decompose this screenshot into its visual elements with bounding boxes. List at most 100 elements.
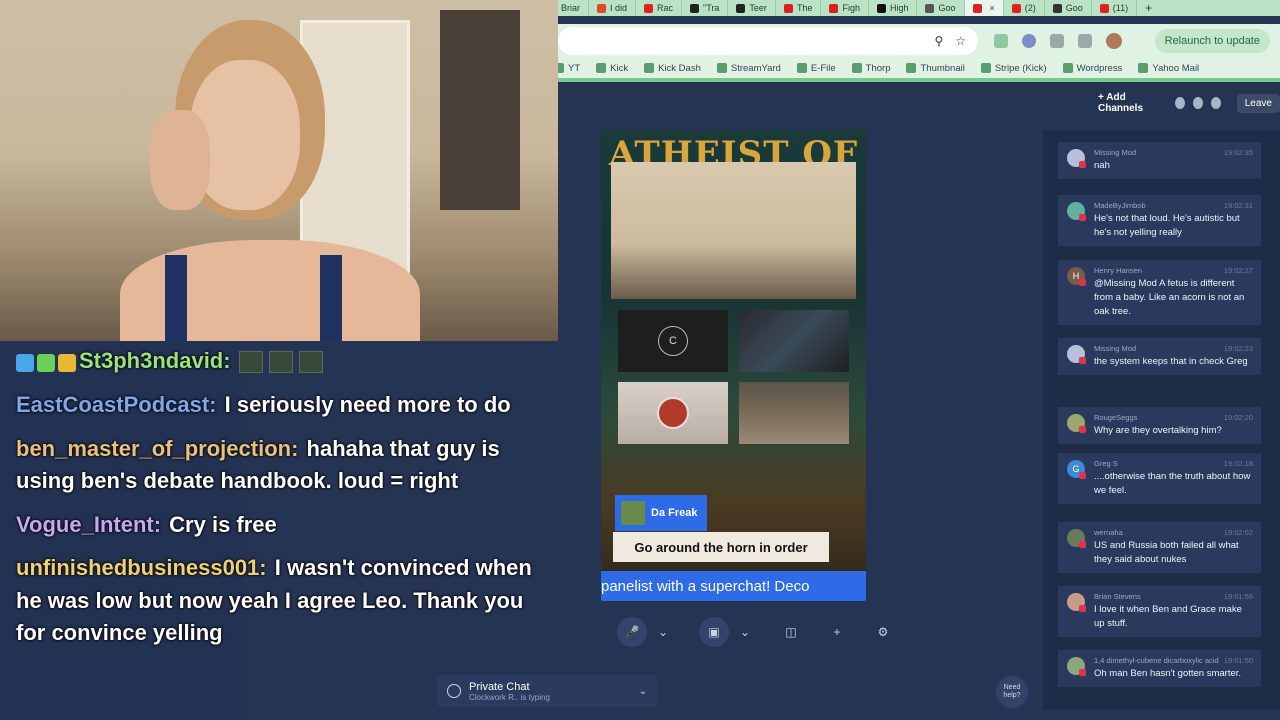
youtube-badge-icon (1079, 605, 1086, 612)
person-strap (320, 255, 342, 341)
sidebar-icon[interactable] (1078, 34, 1092, 48)
guest-video-tile[interactable]: C (618, 310, 728, 372)
bookmark-item[interactable]: Kick Dash (644, 63, 701, 74)
gear-icon[interactable]: ⚙ (873, 617, 893, 647)
comment-text: Why are they overtalking him? (1094, 425, 1222, 436)
bookmark-label: Wordpress (1076, 62, 1123, 74)
bookmark-item[interactable]: Yahoo Mail (1138, 63, 1199, 74)
browser-tab[interactable]: (11) (1092, 0, 1138, 16)
plus-icon[interactable]: + (827, 617, 847, 647)
screen-share-icon[interactable]: ◫ (781, 617, 801, 647)
browser-tab[interactable]: × (964, 0, 1004, 16)
browser-tab[interactable]: The (776, 0, 822, 16)
new-tab-button[interactable]: + (1137, 1, 1160, 15)
extension-icon[interactable] (994, 34, 1008, 48)
guest-video-tile[interactable] (618, 382, 728, 444)
leave-studio-button[interactable]: Leave (1236, 93, 1280, 113)
bookmark-favicon-icon (851, 63, 862, 73)
bookmark-favicon-icon (716, 63, 727, 73)
profile-avatar[interactable] (1106, 33, 1122, 49)
youtube-badge-icon (1079, 161, 1086, 168)
chevron-down-icon[interactable]: ⌄ (653, 617, 673, 647)
camera-icon[interactable]: ▣ (699, 617, 729, 647)
tab-favicon-icon (1011, 3, 1021, 13)
tab-favicon-icon (1099, 3, 1109, 13)
add-channels-button[interactable]: + Add Channels (1090, 88, 1167, 118)
comment-card[interactable]: H Henry Hansen @Missing Mod A fetus is dif… (1058, 260, 1261, 325)
chat-message: EastCoastPodcast: I seriously need more … (16, 389, 536, 422)
bookmark-item[interactable]: Kick (596, 63, 628, 74)
comment-card[interactable]: MadeByJimbob He's not that loud. He's aut… (1058, 195, 1261, 246)
guest-video-tile[interactable] (739, 310, 849, 372)
bookmark-item[interactable]: Thumbnail (906, 63, 965, 74)
guest-video-tile[interactable] (739, 382, 849, 444)
comment-card[interactable]: G Greg S ....otherwise than the truth abou… (1058, 453, 1261, 504)
name-chip-label: Da Freak (651, 507, 698, 519)
browser-tab[interactable]: "Tra (682, 0, 729, 16)
private-chat-toggle[interactable]: Private Chat Clockwork R.. is typing ⌄ (437, 675, 657, 707)
bookmark-item[interactable]: Wordpress (1062, 62, 1123, 74)
comment-card[interactable]: Brian Stevens I love it when Ben and Grac… (1058, 586, 1261, 637)
browser-tab-bar: Briar I did Rac "Tra Teer The Figh High Goo × (2) G… (540, 0, 1280, 16)
omnibox[interactable]: ⚲ ☆ (558, 27, 978, 55)
bookmark-favicon-icon (1062, 63, 1073, 73)
bookmark-label: Kick Dash (658, 62, 701, 74)
name-chip-avatar (621, 501, 645, 525)
browser-tab-label: "Tra (703, 3, 720, 13)
comment-card[interactable]: wernaha US and Russia both failed all wha… (1058, 522, 1261, 573)
bookmark-item[interactable]: StreamYard (716, 63, 781, 74)
comment-text: ....otherwise than the truth about how w… (1094, 471, 1251, 496)
comment-card[interactable]: Missing Mod nah 19:02:35 (1058, 142, 1261, 179)
mic-icon[interactable]: 🎤 (617, 617, 647, 647)
facebook-destination-icon[interactable] (1193, 97, 1203, 109)
comment-card[interactable]: Missing Mod the system keeps that in chec… (1058, 338, 1261, 375)
zoom-icon[interactable]: ⚲ (934, 34, 943, 48)
bookmark-item[interactable]: E-File (796, 63, 836, 74)
browser-tab[interactable]: High (869, 0, 918, 16)
comment-text: US and Russia both failed all what they … (1094, 540, 1239, 565)
browser-tab[interactable]: Teer (728, 0, 776, 16)
browser-tab-label: (2) (1024, 3, 1036, 13)
chat-username: unfinishedbusiness001: (16, 555, 267, 581)
host-video-tile[interactable] (611, 162, 856, 299)
chat-text: I seriously need more to do (224, 392, 511, 418)
comment-timestamp: 19:02:31 (1223, 201, 1253, 210)
extensions-bar (994, 34, 1092, 48)
comment-card[interactable]: 1,4 dimethyl-cubene dicarboxylic acid Oh … (1058, 650, 1261, 687)
comment-text: Oh man Ben hasn't gotten smarter. (1094, 668, 1242, 679)
stream-chat-overlay: St3ph3ndavid: EastCoastPodcast: I seriou… (16, 345, 536, 661)
comment-timestamp: 19:02:23 (1223, 344, 1253, 353)
twitch-destination-icon[interactable] (1210, 97, 1221, 109)
comment-card[interactable]: RougeSeggs Why are they overtalking him? 1… (1058, 407, 1261, 444)
relaunch-button[interactable]: Relaunch to update (1154, 29, 1270, 53)
browser-tab[interactable]: (2) (1004, 0, 1045, 16)
tab-favicon-icon (972, 3, 982, 13)
bookmark-item[interactable]: Stripe (Kick) (980, 63, 1047, 74)
puzzle-icon[interactable] (1050, 34, 1064, 48)
extension-icon[interactable] (1022, 34, 1036, 48)
guest-avatar (657, 397, 689, 429)
tab-favicon-icon (783, 3, 793, 13)
browser-tab[interactable]: Figh (821, 0, 869, 16)
browser-tab[interactable]: Goo (1045, 0, 1092, 16)
browser-tab[interactable]: Rac (636, 0, 683, 16)
need-help-button[interactable]: Need help? (996, 676, 1028, 708)
tab-favicon-icon (597, 3, 607, 13)
browser-tab[interactable]: I did (589, 0, 637, 16)
comment-timestamp: 19:01:56 (1223, 592, 1253, 601)
browser-tab-label: Teer (749, 3, 767, 13)
youtube-badge-icon (1079, 669, 1086, 676)
tab-favicon-icon (925, 3, 935, 13)
name-chip: Da Freak (615, 495, 708, 531)
bookmark-item[interactable]: Thorp (851, 63, 890, 74)
chevron-down-icon[interactable]: ⌄ (639, 686, 647, 697)
chevron-down-icon[interactable]: ⌄ (735, 617, 755, 647)
youtube-badge-icon (1079, 426, 1086, 433)
youtube-destination-icon[interactable] (1175, 97, 1186, 109)
browser-tab-label: I did (610, 3, 628, 13)
youtube-badge-icon (1079, 357, 1086, 364)
bookmark-star-icon[interactable]: ☆ (955, 34, 966, 48)
close-tab-icon[interactable]: × (990, 3, 995, 13)
browser-tab[interactable]: Goo (917, 0, 965, 16)
private-chat-title: Private Chat (469, 680, 530, 693)
